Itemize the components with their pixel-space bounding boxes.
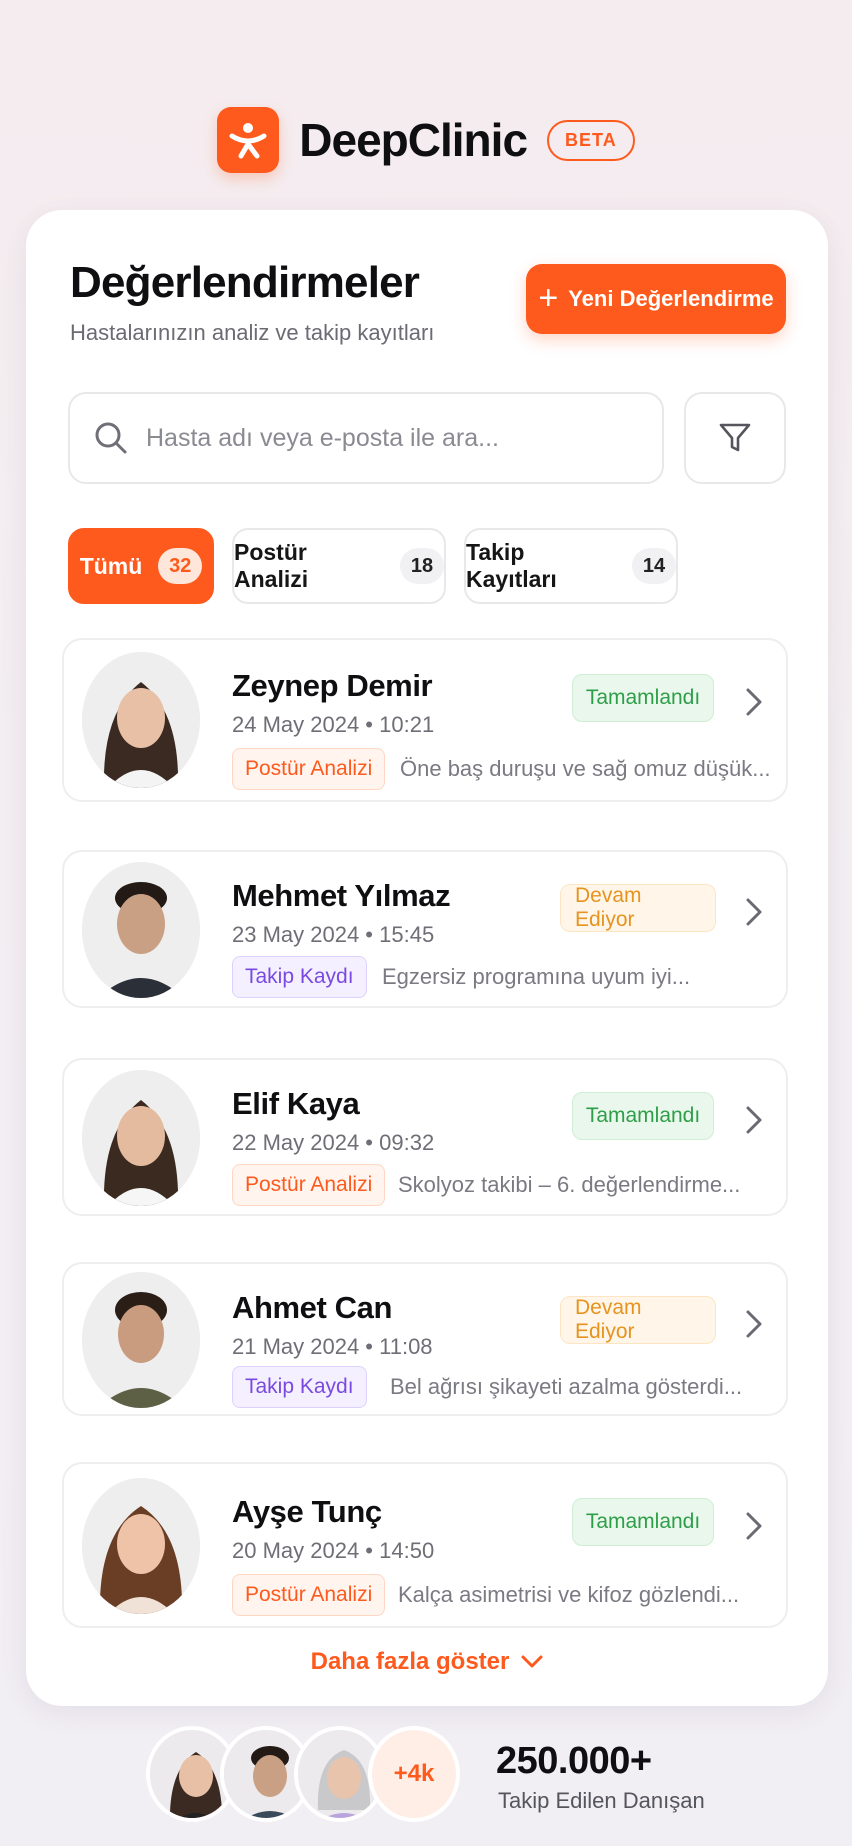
followed-clients-count: 250.000+ [496, 1740, 652, 1782]
assessment-date: 22 May 2024 • 09:32 [232, 1130, 435, 1155]
list-item[interactable]: Mehmet Yılmaz 23 May 2024 • 15:45 Takip … [62, 850, 788, 1008]
followed-clients-label: Takip Edilen Danışan [498, 1788, 705, 1813]
avatar [82, 1070, 200, 1206]
avatar [82, 862, 200, 998]
new-assessment-button[interactable]: + Yeni Değerlendirme [526, 264, 786, 334]
page-subtitle: Hastalarınızın analiz ve takip kayıtları [70, 320, 435, 345]
chevron-down-icon [521, 1655, 543, 1668]
page-title: Değerlendirmeler [70, 258, 420, 307]
plus-icon: + [538, 278, 559, 317]
type-tag: Takip Kaydı [232, 1366, 367, 1408]
list-item[interactable]: Elif Kaya 22 May 2024 • 09:32 Postür Ana… [62, 1058, 788, 1216]
tab-label: Takip Kayıtları [466, 539, 557, 592]
chevron-right-icon [746, 1310, 762, 1338]
patient-name: Ayşe Tunç [232, 1494, 382, 1529]
assessments-card: Değerlendirmeler Hastalarınızın analiz v… [26, 210, 828, 1706]
avatar [82, 652, 200, 788]
avatar [82, 1272, 200, 1408]
status-badge: Devam Ediyor [560, 1296, 716, 1344]
avatar [82, 1478, 200, 1614]
assessment-date: 20 May 2024 • 14:50 [232, 1538, 435, 1563]
social-proof: +4k 250.000+ Takip Edilen Danışan [146, 1726, 746, 1822]
status-badge: Tamamlandı [572, 674, 714, 722]
assessment-note: Kalça asimetrisi ve kifoz gözlendi... [398, 1582, 740, 1607]
status-badge: Tamamlandı [572, 1092, 714, 1140]
list-item[interactable]: Ahmet Can 21 May 2024 • 11:08 Takip Kayd… [62, 1262, 788, 1416]
status-badge: Devam Ediyor [560, 884, 716, 932]
tab-posture-analysis[interactable]: Postür Analizi 18 [232, 528, 446, 604]
show-more-label: Daha fazla göster [310, 1648, 510, 1675]
patient-name: Elif Kaya [232, 1086, 360, 1121]
search-icon [95, 422, 127, 454]
status-badge: Tamamlandı [572, 1498, 714, 1546]
assessment-date: 21 May 2024 • 11:08 [232, 1334, 433, 1359]
more-users-badge: +4k [368, 1726, 460, 1822]
tab-label: Tümü [79, 552, 143, 579]
chevron-right-icon [746, 1106, 762, 1134]
list-item[interactable]: Ayşe Tunç 20 May 2024 • 14:50 Postür Ana… [62, 1462, 788, 1628]
assessment-note: Skolyoz takibi – 6. değerlendirme... [398, 1172, 741, 1197]
chevron-right-icon [746, 898, 762, 926]
filter-icon [719, 423, 751, 452]
tab-count: 18 [400, 548, 444, 584]
tab-count: 14 [632, 548, 676, 584]
app-name: DeepClinic [299, 114, 528, 166]
new-assessment-label: Yeni Değerlendirme [568, 286, 774, 311]
filter-button[interactable] [684, 392, 786, 484]
patient-name: Mehmet Yılmaz [232, 878, 451, 913]
type-tag: Postür Analizi [232, 1164, 386, 1206]
brand-header: DeepClinic BETA [0, 106, 852, 174]
beta-badge: BETA [547, 119, 635, 161]
search-input[interactable] [146, 423, 626, 453]
list-item[interactable]: Zeynep Demir 24 May 2024 • 10:21 Postür … [62, 638, 788, 802]
tab-follow-up-records[interactable]: Takip Kayıtları 14 [464, 528, 678, 604]
assessment-note: Bel ağrısı şikayeti azalma gösterdi... [390, 1374, 743, 1399]
assessment-note: Egzersiz programına uyum iyi... [382, 964, 691, 989]
tab-count: 32 [158, 548, 203, 584]
search-box[interactable] [68, 392, 664, 484]
app-logo-icon [217, 107, 280, 173]
type-tag: Postür Analizi [232, 748, 386, 790]
tab-all[interactable]: Tümü 32 [68, 528, 214, 604]
assessment-date: 23 May 2024 • 15:45 [232, 922, 435, 947]
tab-label: Postür Analizi [234, 539, 309, 592]
type-tag: Postür Analizi [232, 1574, 386, 1616]
show-more-button[interactable]: Daha fazla göster [26, 1648, 828, 1676]
assessment-note: Öne baş duruşu ve sağ omuz düşük... [400, 756, 771, 781]
patient-name: Ahmet Can [232, 1290, 393, 1325]
assessment-date: 24 May 2024 • 10:21 [232, 712, 435, 737]
chevron-right-icon [746, 688, 762, 716]
chevron-right-icon [746, 1512, 762, 1540]
type-tag: Takip Kaydı [232, 956, 367, 998]
patient-name: Zeynep Demir [232, 668, 433, 703]
